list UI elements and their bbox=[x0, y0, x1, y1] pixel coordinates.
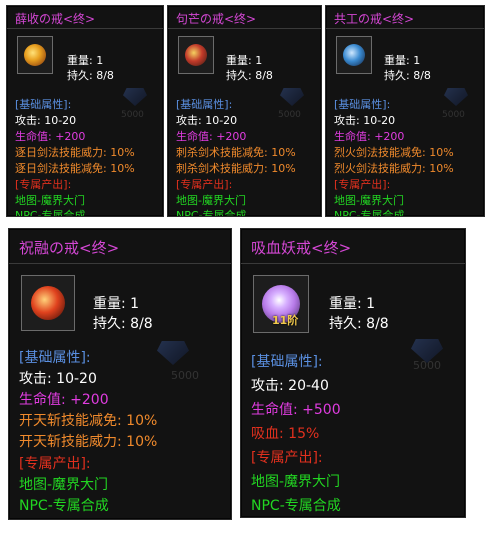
weight-label: 重量: 1 bbox=[329, 296, 376, 312]
source-header: [专属产出]: bbox=[334, 178, 391, 191]
item-icon-frame[interactable] bbox=[17, 36, 53, 74]
weight-label: 重量: 1 bbox=[384, 54, 421, 67]
hp-stat: 生命值: +200 bbox=[15, 130, 86, 143]
weight-label: 重量: 1 bbox=[67, 54, 104, 67]
durability-label: 持久: 8/8 bbox=[226, 69, 273, 82]
skill-effect-1: 逐日剑法技能威力: 10% bbox=[15, 146, 135, 159]
source-header: [专属产出]: bbox=[15, 178, 72, 191]
price-label: 5000 bbox=[442, 110, 465, 120]
base-attrs-header: [基础属性]: bbox=[334, 98, 391, 111]
source-map: 地图-魔界大门 bbox=[176, 194, 246, 207]
crystal-icon bbox=[123, 88, 147, 106]
durability-label: 持久: 8/8 bbox=[67, 69, 114, 82]
source-npc: NPC-专属合成 bbox=[251, 498, 341, 514]
skill-effect-2: 逐日剑法技能减免: 10% bbox=[15, 162, 135, 175]
tier-badge: 11阶 bbox=[272, 314, 299, 327]
lifesteal-stat: 吸血: 15% bbox=[251, 426, 320, 442]
ring-icon bbox=[185, 44, 207, 66]
item-tooltip-1: 薛收の戒<终> 重量: 1 持久: 8/8 5000 [基础属性]: 攻击: 1… bbox=[6, 5, 164, 217]
base-attrs-header: [基础属性]: bbox=[251, 354, 323, 370]
base-attrs-header: [基础属性]: bbox=[176, 98, 233, 111]
item-icon-frame[interactable]: 11阶 bbox=[253, 275, 309, 333]
item-tooltip-2: 句芒の戒<终> 重量: 1 持久: 8/8 5000 [基础属性]: 攻击: 1… bbox=[167, 5, 322, 217]
source-header: [专属产出]: bbox=[19, 456, 91, 472]
ring-icon bbox=[343, 44, 365, 66]
durability-label: 持久: 8/8 bbox=[93, 316, 153, 332]
base-attrs-header: [基础属性]: bbox=[15, 98, 72, 111]
item-title: 吸血妖戒<终> bbox=[251, 239, 352, 257]
source-map: 地图-魔界大门 bbox=[334, 194, 404, 207]
crystal-icon bbox=[444, 88, 468, 106]
weight-label: 重量: 1 bbox=[93, 296, 140, 312]
source-header: [专属产出]: bbox=[176, 178, 233, 191]
skill-effect-2: 开天斩技能威力: 10% bbox=[19, 434, 158, 450]
item-title: 共工の戒<终> bbox=[334, 12, 415, 26]
item-tooltip-3: 共工の戒<终> 重量: 1 持久: 8/8 5000 [基础属性]: 攻击: 1… bbox=[325, 5, 485, 217]
weight-label: 重量: 1 bbox=[226, 54, 263, 67]
attack-stat: 攻击: 20-40 bbox=[251, 378, 329, 394]
source-map: 地图-魔界大门 bbox=[19, 477, 109, 493]
price-label: 5000 bbox=[278, 110, 301, 120]
durability-label: 持久: 8/8 bbox=[384, 69, 431, 82]
source-npc: NPC-专属合成 bbox=[176, 209, 247, 217]
skill-effect-1: 开天斩技能减免: 10% bbox=[19, 413, 158, 429]
source-npc: NPC-专属合成 bbox=[19, 498, 109, 514]
ring-icon bbox=[31, 286, 65, 320]
crystal-icon bbox=[157, 341, 189, 365]
item-title: 祝融の戒<终> bbox=[19, 239, 120, 257]
source-map: 地图-魔界大门 bbox=[251, 474, 341, 490]
hp-stat: 生命值: +200 bbox=[19, 392, 109, 408]
attack-stat: 攻击: 10-20 bbox=[15, 114, 77, 127]
item-icon-frame[interactable] bbox=[336, 36, 372, 74]
source-header: [专属产出]: bbox=[251, 450, 323, 466]
skill-effect-2: 刺杀剑术技能威力: 10% bbox=[176, 162, 296, 175]
item-icon-frame[interactable] bbox=[21, 275, 75, 331]
skill-effect-2: 烈火剑法技能威力: 10% bbox=[334, 162, 454, 175]
price-label: 5000 bbox=[413, 359, 441, 372]
item-icon-frame[interactable] bbox=[178, 36, 214, 74]
hp-stat: 生命值: +200 bbox=[334, 130, 405, 143]
item-tooltip-5: 吸血妖戒<终> 11阶 重量: 1 持久: 8/8 5000 [基础属性]: 攻… bbox=[240, 228, 466, 518]
item-title: 薛收の戒<终> bbox=[15, 12, 96, 26]
attack-stat: 攻击: 10-20 bbox=[334, 114, 396, 127]
source-map: 地图-魔界大门 bbox=[15, 194, 85, 207]
crystal-icon bbox=[280, 88, 304, 106]
hp-stat: 生命值: +500 bbox=[251, 402, 341, 418]
source-npc: NPC-专属合成 bbox=[15, 209, 86, 217]
source-npc: NPC-专属合成 bbox=[334, 209, 405, 217]
attack-stat: 攻击: 10-20 bbox=[176, 114, 238, 127]
price-label: 5000 bbox=[121, 110, 144, 120]
hp-stat: 生命值: +200 bbox=[176, 130, 247, 143]
base-attrs-header: [基础属性]: bbox=[19, 350, 91, 366]
durability-label: 持久: 8/8 bbox=[329, 316, 389, 332]
price-label: 5000 bbox=[171, 369, 199, 382]
skill-effect-1: 刺杀剑术技能减免: 10% bbox=[176, 146, 296, 159]
item-tooltip-4: 祝融の戒<终> 重量: 1 持久: 8/8 5000 [基础属性]: 攻击: 1… bbox=[8, 228, 232, 520]
ring-icon bbox=[24, 44, 46, 66]
attack-stat: 攻击: 10-20 bbox=[19, 371, 97, 387]
skill-effect-1: 烈火剑法技能减免: 10% bbox=[334, 146, 454, 159]
item-title: 句芒の戒<终> bbox=[176, 12, 257, 26]
